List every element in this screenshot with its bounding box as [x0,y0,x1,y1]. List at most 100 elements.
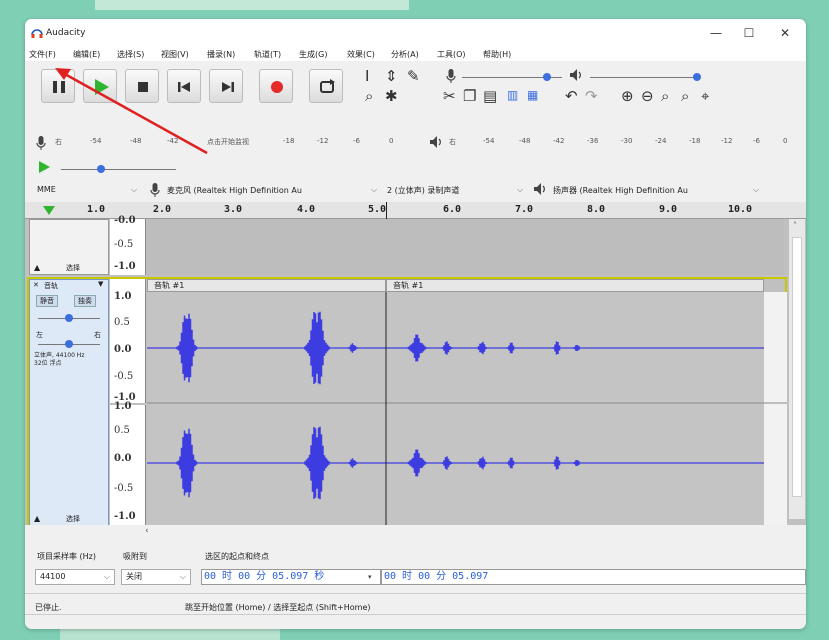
pan-thumb[interactable] [65,340,73,348]
play-button[interactable] [83,69,117,103]
track-name-menu[interactable]: 音轨 [44,281,58,291]
ruler-label: 8.0 [587,204,606,215]
selection-end-time[interactable]: 00 时 00 分 05.097 [381,569,806,585]
menu-file[interactable]: 文件(F) [29,49,56,60]
horizontal-scrollbar[interactable]: ‹ [25,525,806,539]
audio-host-select[interactable]: MME [37,185,56,194]
draw-tool-icon[interactable]: ✎ [407,69,420,84]
scroll-up-icon[interactable]: ˄ [793,221,797,230]
playback-volume-thumb[interactable] [693,73,701,81]
meter-tick: -6 [353,137,360,145]
gain-thumb[interactable] [65,314,73,322]
zoom-tool-icon[interactable]: ⌕ [365,89,373,104]
track2-left-channel-scale[interactable]: 1.0 0.5 0.0 -0.5 -1.0 [110,279,146,403]
play-at-speed-icon[interactable] [37,159,51,175]
ruler-label: 5.0 [368,204,387,215]
selection-range-label: 选区的起点和终点 [205,552,269,561]
record-meter[interactable]: 右 -54 -48 -42 点击开始监视 -18 -12 -6 0 [55,133,425,151]
multi-tool-icon[interactable]: ✱ [385,89,398,104]
selection-tool-icon[interactable]: I [365,69,369,84]
chevron-down-icon[interactable]: ⌵ [371,185,377,195]
menu-edit[interactable]: 编辑(E) [73,49,100,60]
paste-icon[interactable]: ▤ [483,89,497,104]
scroll-left-icon[interactable]: ‹ [145,526,149,536]
fit-selection-icon[interactable]: ⌕ [661,89,669,104]
track2-control-panel[interactable]: ✕ 音轨 ▼ 静音 独奏 左 右 立体声, 44100 Hz 32位 浮点 ▲ … [29,279,109,526]
undo-icon[interactable]: ↶ [565,89,578,104]
copy-icon[interactable]: ❐ [463,89,476,104]
menu-effect[interactable]: 效果(C) [347,49,375,60]
close-button[interactable]: ✕ [773,25,797,41]
collapse-icon[interactable]: ▲ [34,263,40,272]
chevron-down-icon: ⌵ [179,572,186,581]
maximize-button[interactable]: ☐ [737,25,761,41]
record-button[interactable] [259,69,293,103]
track1-select-button[interactable]: 选择 [66,263,80,273]
ruler-label: 6.0 [443,204,462,215]
selection-start-time[interactable]: 00 时 00 分 05.097 秒 ▾ [201,569,381,585]
skip-to-start-button[interactable] [167,69,201,103]
zoom-in-icon[interactable]: ⊕ [621,89,634,104]
track2-select-button[interactable]: 选择 [66,514,80,524]
loop-button[interactable] [309,69,343,103]
zoom-out-icon[interactable]: ⊖ [641,89,654,104]
chevron-down-icon[interactable]: ⌵ [131,185,137,195]
status-hint: 跳至开始位置 (Home) / 选择至起点 (Shift+Home) [185,603,371,612]
fit-project-icon[interactable]: ⌕ [681,89,689,104]
recording-channels-select[interactable]: 2 (立体声) 录制声道 [387,185,459,196]
track-menu-chevron-icon[interactable]: ▼ [98,280,103,288]
silence-icon[interactable]: ▦ [527,89,538,101]
menu-tracks[interactable]: 轨道(T) [254,49,281,60]
playback-device-select[interactable]: 扬声器 (Realtek High Definition Au [553,185,688,196]
chevron-down-icon[interactable]: ⌵ [517,185,523,195]
pan-right-label: 右 [94,331,101,339]
stop-button[interactable] [125,69,159,103]
track1-control-panel[interactable]: ▲ 选择 [29,219,109,275]
play-speed-slider[interactable] [61,169,176,170]
solo-button[interactable]: 独奏 [74,295,96,307]
menu-tools[interactable]: 工具(O) [437,49,466,60]
playback-volume-slider[interactable] [590,77,700,78]
track1-vertical-scale[interactable]: -0.0 -0.5 -1.0 [110,215,146,275]
menu-view[interactable]: 视图(V) [161,49,189,60]
playback-meter[interactable]: 右 -54 -48 -42 -36 -30 -24 -18 -12 -6 0 [449,133,799,151]
menu-select[interactable]: 选择(S) [117,49,144,60]
track1-waveform-area[interactable] [147,219,784,275]
zoom-toggle-icon[interactable]: ⌖ [701,89,709,104]
menu-transport[interactable]: 播录(N) [207,49,235,60]
stereo-waveform[interactable] [147,292,787,528]
recording-device-select[interactable]: 麦克风 (Realtek High Definition Au [167,185,302,196]
menu-help[interactable]: 帮助(H) [483,49,511,60]
snap-to-select[interactable]: 关闭 ⌵ [121,569,191,585]
chevron-down-icon[interactable]: ⌵ [753,185,759,195]
clip-1-header[interactable]: 音轨 #1 [147,279,386,292]
skip-to-end-button[interactable] [209,69,243,103]
clip-2-header[interactable]: 音轨 #1 [386,279,764,292]
minimize-button[interactable]: — [704,25,728,41]
cut-icon[interactable]: ✂ [443,89,456,104]
pin-playhead-icon[interactable] [43,206,55,216]
redo-icon[interactable]: ↷ [585,89,598,104]
project-rate-select[interactable]: 44100 ⌵ [35,569,115,585]
pause-button[interactable] [41,69,75,103]
recording-volume-thumb[interactable] [543,73,551,81]
menu-bar: 文件(F) 编辑(E) 选择(S) 视图(V) 播录(N) 轨道(T) 生成(G… [25,47,806,61]
meter-tick: -6 [753,137,760,145]
collapse-icon[interactable]: ▲ [34,514,40,523]
status-text: 已停止. [35,603,62,612]
menu-generate[interactable]: 生成(G) [299,49,327,60]
scale-label: 1.0 [114,291,132,302]
meter-tick: 右 [449,138,456,146]
track-close-icon[interactable]: ✕ [33,281,39,289]
meter-tick: -54 [90,137,102,145]
envelope-tool-icon[interactable]: ⇕ [385,69,398,84]
timeline-ruler[interactable]: 1.0 2.0 3.0 4.0 5.0 6.0 7.0 8.0 9.0 10.0 [25,202,806,219]
vertical-scrollbar[interactable]: ˄ [789,219,805,519]
menu-analyze[interactable]: 分析(A) [391,49,419,60]
trim-icon[interactable]: ▥ [507,89,518,101]
track2-right-channel-scale[interactable]: 1.0 0.5 0.0 -0.5 -1.0 [110,401,146,528]
scrollbar-thumb[interactable] [792,237,802,497]
mute-button[interactable]: 静音 [36,295,58,307]
play-speed-thumb[interactable] [97,165,105,173]
audacity-window: Audacity — ☐ ✕ 文件(F) 编辑(E) 选择(S) 视图(V) 播… [25,19,806,629]
